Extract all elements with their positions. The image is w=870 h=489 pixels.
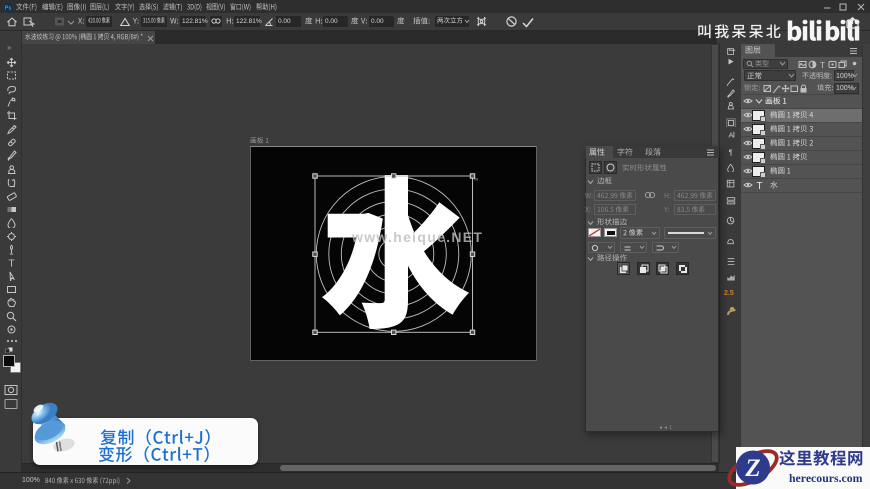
- svg-text:Ps: Ps: [5, 5, 12, 11]
- svg-text:A: A: [729, 131, 734, 140]
- svg-text:T: T: [8, 259, 14, 269]
- svg-text:T: T: [820, 60, 825, 69]
- svg-text:T: T: [756, 181, 762, 190]
- svg-text:Z: Z: [744, 455, 760, 482]
- svg-text:¶: ¶: [729, 148, 733, 157]
